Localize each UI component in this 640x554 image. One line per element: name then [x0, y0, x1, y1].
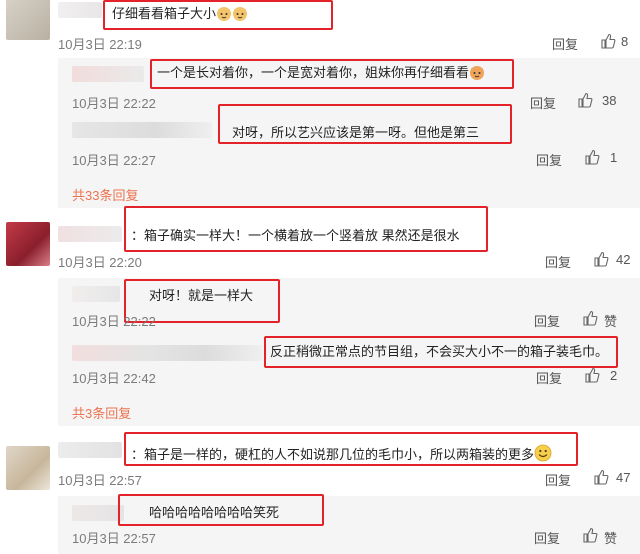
reply-button[interactable]: 回复	[530, 93, 556, 112]
timestamp: 10月3日 22:57	[58, 473, 142, 488]
avatar[interactable]	[6, 446, 50, 490]
thumbs-up-icon[interactable]	[593, 469, 609, 485]
avatar[interactable]	[6, 0, 50, 40]
reply-button[interactable]: 回复	[552, 34, 578, 53]
highlight-box	[124, 206, 488, 252]
more-replies-link[interactable]: 共3条回复	[72, 403, 131, 422]
highlight-box	[118, 494, 324, 526]
blurred-username[interactable]	[72, 66, 144, 82]
like-count: 47	[616, 470, 631, 485]
thumbs-up-icon[interactable]	[582, 527, 598, 543]
thumbs-up-icon[interactable]	[584, 367, 600, 383]
more-replies-link[interactable]: 共33条回复	[72, 185, 138, 204]
thumbs-up-icon[interactable]	[600, 33, 616, 49]
like-button-label[interactable]: 赞	[604, 311, 617, 330]
thumbs-up-icon[interactable]	[593, 251, 609, 267]
blurred-username[interactable]	[58, 226, 122, 242]
timestamp: 10月3日 22:19	[58, 37, 142, 52]
highlight-box	[264, 336, 618, 368]
timestamp: 10月3日 22:22	[72, 314, 156, 329]
blurred-username[interactable]	[58, 442, 122, 458]
like-count: 38	[602, 93, 617, 108]
like-count: 2	[610, 368, 618, 383]
highlight-box	[103, 0, 333, 30]
reply-button[interactable]: 回复	[534, 528, 560, 547]
avatar[interactable]	[6, 222, 50, 266]
like-count: 8	[621, 34, 629, 49]
reply-button[interactable]: 回复	[545, 252, 571, 271]
timestamp: 10月3日 22:22	[72, 96, 156, 111]
timestamp: 10月3日 22:27	[72, 153, 156, 168]
blurred-username[interactable]	[72, 345, 262, 361]
highlight-box	[218, 104, 512, 144]
like-count: 1	[610, 150, 618, 165]
timestamp: 10月3日 22:57	[72, 531, 156, 546]
highlight-box	[124, 432, 578, 466]
blurred-username[interactable]	[58, 2, 102, 18]
reply-button[interactable]: 回复	[534, 311, 560, 330]
thumbs-up-icon[interactable]	[584, 149, 600, 165]
thumbs-up-icon[interactable]	[577, 92, 593, 108]
reply-button[interactable]: 回复	[536, 368, 562, 387]
reply-button[interactable]: 回复	[545, 470, 571, 489]
like-count: 42	[616, 252, 631, 267]
highlight-box	[150, 59, 514, 89]
blurred-username[interactable]	[72, 122, 212, 138]
blurred-username[interactable]	[72, 286, 120, 302]
reply-button[interactable]: 回复	[536, 150, 562, 169]
timestamp: 10月3日 22:42	[72, 371, 156, 386]
like-button-label[interactable]: 赞	[604, 528, 617, 547]
thumbs-up-icon[interactable]	[582, 310, 598, 326]
timestamp: 10月3日 22:20	[58, 255, 142, 270]
blurred-username[interactable]	[72, 505, 124, 521]
